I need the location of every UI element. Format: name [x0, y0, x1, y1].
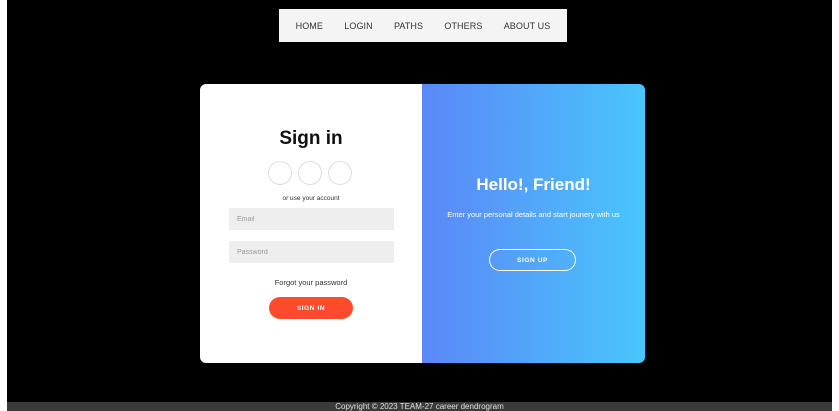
social-login-group [268, 161, 352, 185]
nav-link-home[interactable]: HOME [296, 21, 323, 31]
social-login-button-2[interactable] [298, 161, 322, 185]
signin-panel: Sign in or use your account Forgot your … [200, 84, 422, 363]
nav-link-paths[interactable]: PATHS [394, 21, 423, 31]
sign-in-button[interactable]: SIGN IN [269, 297, 353, 319]
nav-link-about-us[interactable]: ABOUT US [504, 21, 551, 31]
nav-link-others[interactable]: OTHERS [444, 21, 482, 31]
nav-link-login[interactable]: LOGIN [344, 21, 373, 31]
copyright-text: Copyright © 2023 TEAM-27 career dendrogr… [335, 402, 504, 411]
sign-up-button[interactable]: SIGN UP [489, 249, 576, 271]
welcome-overlay-panel: Hello!, Friend! Enter your personal deta… [422, 84, 645, 363]
signin-title: Sign in [279, 128, 343, 149]
alternative-login-text: or use your account [282, 195, 340, 202]
forgot-password-link[interactable]: Forgot your password [200, 278, 422, 287]
password-field[interactable] [229, 241, 394, 263]
social-login-button-1[interactable] [268, 161, 292, 185]
top-navbar: HOME LOGIN PATHS OTHERS ABOUT US [279, 9, 567, 42]
overlay-title: Hello!, Friend! [476, 175, 591, 194]
social-login-button-3[interactable] [328, 161, 352, 185]
overlay-text: Enter your personal details and start jo… [447, 210, 620, 219]
page-background: HOME LOGIN PATHS OTHERS ABOUT US Sign in… [7, 0, 832, 411]
footer: Copyright © 2023 TEAM-27 career dendrogr… [7, 402, 832, 411]
auth-card: Sign in or use your account Forgot your … [200, 84, 645, 363]
email-field[interactable] [229, 208, 394, 230]
